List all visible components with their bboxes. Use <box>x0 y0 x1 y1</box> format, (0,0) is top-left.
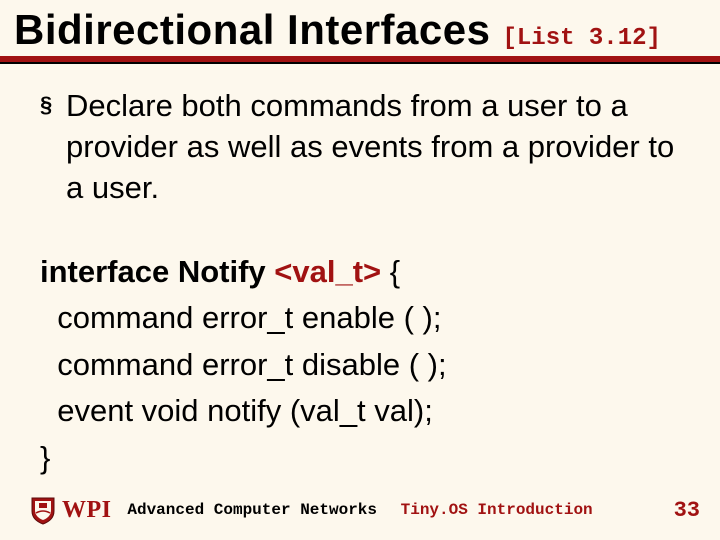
code-line-4: event void notify (val_t val); <box>40 393 433 428</box>
title-row: Bidirectional Interfaces [List 3.12] <box>0 0 720 54</box>
code-name-notify: Notify <box>178 254 274 289</box>
logo-shield-icon <box>28 495 58 525</box>
footer-left: Advanced Computer Networks <box>127 501 377 519</box>
footer: WPI Advanced Computer Networks Tiny.OS I… <box>0 490 720 530</box>
logo: WPI <box>28 495 112 525</box>
code-l1-tail: { <box>381 254 400 289</box>
code-block: interface Notify <val_t> { command error… <box>40 249 688 482</box>
code-generic: <val_t> <box>274 254 381 289</box>
footer-right: Tiny.OS Introduction <box>401 501 593 519</box>
bullet-item: § Declare both commands from a user to a… <box>40 86 688 209</box>
slide-body: § Declare both commands from a user to a… <box>0 64 720 481</box>
bullet-text: Declare both commands from a user to a p… <box>66 86 688 209</box>
title-rule <box>0 56 720 64</box>
code-line-2: command error_t enable ( ); <box>40 300 441 335</box>
page-number: 33 <box>674 498 700 523</box>
code-line-5: } <box>40 440 50 475</box>
slide-title: Bidirectional Interfaces <box>14 6 490 54</box>
bullet-marker: § <box>40 94 52 116</box>
slide-tag: [List 3.12] <box>502 25 660 52</box>
code-line-3: command error_t disable ( ); <box>40 347 447 382</box>
slide: Bidirectional Interfaces [List 3.12] § D… <box>0 0 720 540</box>
code-kw-interface: interface <box>40 254 178 289</box>
logo-text: WPI <box>62 497 112 524</box>
